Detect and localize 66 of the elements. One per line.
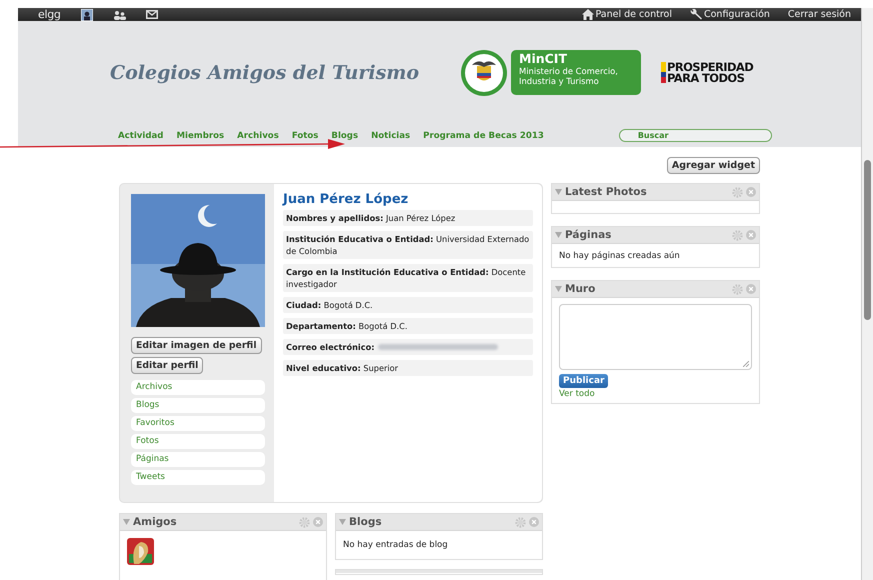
- slogan-text: PROSPERIDAD: [667, 62, 754, 72]
- settings-icon: [732, 284, 743, 294]
- nav-link[interactable]: Noticias: [371, 130, 410, 140]
- settings-icon: [299, 516, 310, 528]
- nav-link[interactable]: Archivos: [237, 130, 279, 140]
- profile-name[interactable]: Juan Pérez López: [283, 192, 533, 207]
- avatar-icon[interactable]: [80, 8, 93, 20]
- search-field[interactable]: Buscar: [618, 129, 772, 142]
- collapse-icon: [555, 286, 562, 292]
- profile-menu-item[interactable]: Archivos: [131, 380, 265, 395]
- view-all-link[interactable]: Ver todo: [559, 389, 752, 399]
- ministry-subtitle: Industria y Turismo: [519, 76, 600, 86]
- widget-title: Muro: [565, 283, 596, 295]
- edit-button[interactable]: Editar imagen de perfil: [131, 337, 262, 354]
- settings-icon: [732, 186, 743, 198]
- nav-link[interactable]: Miembros: [176, 130, 224, 140]
- profile-menu-item[interactable]: Tweets: [131, 470, 265, 485]
- profile-field: Nivel educativo: Superior: [283, 360, 533, 376]
- scrollbar[interactable]: [861, 8, 873, 580]
- profile-menu-item[interactable]: Blogs: [131, 398, 265, 413]
- widget-message: No hay entradas de blog: [343, 539, 449, 552]
- collapse-icon: [123, 519, 130, 525]
- ministry-subtitle: Ministerio de Comercio,: [519, 66, 619, 76]
- settings-icon: [732, 230, 743, 240]
- close-icon: [746, 187, 756, 197]
- resize-grip-icon: [743, 361, 749, 367]
- edit-button[interactable]: Editar perfil: [131, 357, 204, 374]
- nav-link[interactable]: Blogs: [331, 130, 358, 140]
- profile-menu-item[interactable]: Favoritos: [131, 416, 265, 431]
- top-bar-link[interactable]: Configuración: [690, 9, 770, 20]
- site-title[interactable]: Colegios Amigos del Turismo: [110, 62, 460, 84]
- close-icon: [746, 230, 756, 240]
- friend-avatar[interactable]: [127, 538, 154, 565]
- nav-link[interactable]: Actividad: [118, 130, 164, 140]
- profile-menu-item[interactable]: Fotos: [131, 434, 265, 449]
- flag-stripe-icon: [661, 62, 666, 83]
- mail-icon[interactable]: [146, 10, 158, 19]
- profile-field: Ciudad: Bogotá D.C.: [283, 297, 533, 313]
- widget-title: Páginas: [565, 229, 612, 241]
- widget-message: No hay páginas creadas aún: [559, 250, 681, 263]
- ministry-name: MinCIT: [519, 52, 568, 66]
- profile-field: Institución Educativa o Entidad: Universidad Externado de Colombia: [283, 231, 533, 259]
- publish-button[interactable]: Publicar: [559, 374, 608, 388]
- profile-field: Nombres y apellidos: Juan Pérez López: [283, 210, 533, 226]
- widget-title: Amigos: [133, 516, 178, 528]
- top-bar-link[interactable]: Panel de control: [582, 9, 672, 20]
- collapse-icon: [555, 189, 562, 195]
- seal-icon: [460, 48, 508, 96]
- close-icon: [746, 284, 756, 294]
- profile-menu-item[interactable]: Páginas: [131, 452, 265, 467]
- nav-link[interactable]: Programa de Becas 2013: [423, 130, 544, 140]
- logo[interactable]: elgg: [38, 8, 61, 21]
- profile-field: Cargo en la Institución Educativa o Entidad: Docente investigador: [283, 264, 533, 292]
- add-widget-button[interactable]: Agregar widget: [666, 157, 760, 174]
- settings-icon: [515, 516, 526, 528]
- collapse-icon: [339, 519, 346, 525]
- friends-icon[interactable]: [112, 10, 126, 20]
- top-bar-link[interactable]: Cerrar sesión: [788, 9, 852, 20]
- close-icon: [529, 517, 539, 527]
- collapse-icon: [555, 232, 562, 238]
- profile-field: Departamento: Bogotá D.C.: [283, 318, 533, 334]
- widget-title: Blogs: [349, 516, 383, 528]
- nav-link[interactable]: Fotos: [292, 130, 318, 140]
- widget-title: Latest Photos: [565, 186, 648, 198]
- slogan-text: PARA TODOS: [667, 72, 744, 84]
- close-icon: [313, 517, 323, 527]
